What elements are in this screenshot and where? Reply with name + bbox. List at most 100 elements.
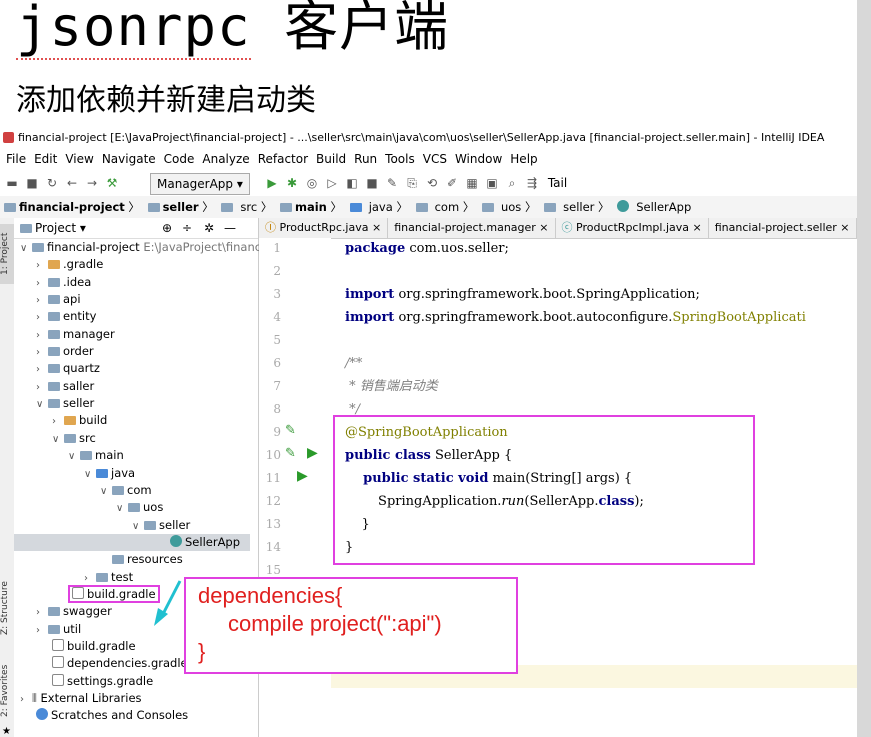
menu-edit[interactable]: Edit bbox=[34, 152, 57, 166]
save-icon[interactable]: ■ bbox=[24, 170, 40, 196]
run-gutter-icon[interactable]: ▶ bbox=[297, 468, 308, 484]
vcs-icon[interactable]: ✎ bbox=[384, 170, 400, 196]
line-number: 12 bbox=[265, 494, 281, 508]
menu-window[interactable]: Window bbox=[455, 152, 502, 166]
tree-item[interactable]: › api bbox=[36, 291, 81, 308]
crumb-seller[interactable]: seller bbox=[147, 200, 199, 214]
menu-run[interactable]: Run bbox=[354, 152, 377, 166]
crumb-main[interactable]: main bbox=[280, 200, 327, 214]
line-number: 3 bbox=[273, 287, 281, 301]
tree-item[interactable]: › saller bbox=[36, 378, 94, 395]
menu-code[interactable]: Code bbox=[164, 152, 195, 166]
profile-icon[interactable]: ▷ bbox=[324, 170, 340, 196]
tree-item[interactable]: › entity bbox=[36, 308, 96, 325]
tree-item[interactable]: › swagger bbox=[36, 603, 112, 620]
stop-icon[interactable]: ■ bbox=[364, 170, 380, 196]
run-gutter-icon[interactable]: ▶ bbox=[307, 445, 318, 461]
back-icon[interactable]: ← bbox=[64, 170, 80, 196]
tree-item[interactable]: ∨ uos bbox=[116, 499, 163, 516]
left-tool-strip: 1: Project Z: Structure 2: Favorites ★ bbox=[0, 218, 15, 737]
crumb-financial-project[interactable]: financial-project bbox=[4, 200, 125, 214]
sync-icon[interactable]: ↻ bbox=[44, 170, 60, 196]
crumb-seller-pkg[interactable]: seller bbox=[544, 200, 594, 214]
menu-tools[interactable]: Tools bbox=[385, 152, 415, 166]
tree-item-selected[interactable]: SellerApp bbox=[14, 534, 250, 551]
tree-item[interactable]: dependencies.gradle bbox=[52, 655, 188, 672]
project-tool-tab[interactable]: 1: Project bbox=[0, 224, 14, 284]
tree-item[interactable]: ∨ com bbox=[100, 482, 152, 499]
forward-icon[interactable]: → bbox=[84, 170, 100, 196]
crumb-src[interactable]: src bbox=[221, 200, 257, 214]
tree-item[interactable]: ∨ java bbox=[84, 465, 135, 482]
search-icon[interactable]: ⌕ bbox=[504, 170, 520, 196]
tree-item[interactable]: Scratches and Consoles bbox=[36, 707, 188, 724]
tab-financial-project-manager[interactable]: financial-project.manager × bbox=[388, 218, 556, 238]
tree-item[interactable]: build.gradle bbox=[52, 638, 136, 655]
project-panel-header: Project ▾ ⊕ ÷ ✲ — bbox=[14, 218, 258, 239]
build-hammer-icon[interactable]: ⚒ bbox=[104, 170, 120, 196]
star-icon[interactable]: ★ bbox=[2, 726, 11, 737]
tree-item[interactable]: › order bbox=[36, 343, 94, 360]
tab-productrpc[interactable]: Ⓘ ProductRpc.java × bbox=[259, 218, 389, 238]
line-number: 8 bbox=[273, 402, 281, 416]
menu-file[interactable]: File bbox=[6, 152, 26, 166]
tail-icon[interactable]: ⇶ bbox=[524, 170, 540, 196]
tree-item-build-gradle[interactable]: build.gradle bbox=[68, 585, 160, 603]
coverage-icon[interactable]: ◎ bbox=[304, 170, 320, 196]
menu-navigate[interactable]: Navigate bbox=[102, 152, 156, 166]
run-icon[interactable]: ▶ bbox=[264, 170, 280, 196]
terminal-icon[interactable]: ▣ bbox=[484, 170, 500, 196]
tree-item[interactable]: › manager bbox=[36, 326, 115, 343]
rollback-icon[interactable]: ⟲ bbox=[424, 170, 440, 196]
crumb-java[interactable]: java bbox=[349, 200, 393, 214]
spring-bean-icon[interactable]: ✎ bbox=[285, 446, 296, 461]
tree-item[interactable]: ∨ main bbox=[68, 447, 124, 464]
menu-refactor[interactable]: Refactor bbox=[258, 152, 308, 166]
attach-icon[interactable]: ◧ bbox=[344, 170, 360, 196]
tree-item[interactable]: settings.gradle bbox=[52, 673, 153, 690]
history-icon[interactable]: ⎘ bbox=[404, 170, 420, 196]
structure-tool-tab[interactable]: Z: Structure bbox=[0, 573, 14, 643]
ide-window: financial-project [E:\JavaProject\financ… bbox=[0, 128, 857, 737]
tree-item[interactable]: › .idea bbox=[36, 274, 91, 291]
gear-icon[interactable]: ✲ bbox=[204, 218, 214, 238]
settings-wrench-icon[interactable]: ✐ bbox=[444, 170, 460, 196]
menu-view[interactable]: View bbox=[65, 152, 93, 166]
project-structure-icon[interactable]: ▦ bbox=[464, 170, 480, 196]
tree-item[interactable]: › quartz bbox=[36, 360, 100, 377]
menu-vcs[interactable]: VCS bbox=[423, 152, 447, 166]
locate-icon[interactable]: ⊕ bbox=[162, 218, 172, 238]
debug-icon[interactable]: ✱ bbox=[284, 170, 300, 196]
tab-productrpcimpl[interactable]: ⓒ ProductRpcImpl.java × bbox=[556, 218, 709, 238]
tree-item[interactable]: › build bbox=[52, 412, 107, 429]
tree-item[interactable]: › ⫴ External Libraries bbox=[20, 690, 142, 707]
tail-button[interactable]: Tail bbox=[548, 176, 567, 190]
run-configuration-select[interactable]: ManagerApp ▾ bbox=[150, 173, 250, 195]
tab-financial-project-seller[interactable]: financial-project.seller × bbox=[709, 218, 857, 238]
callout-line: } bbox=[198, 639, 206, 664]
spring-bean-icon[interactable]: ✎ bbox=[285, 423, 296, 438]
tree-item[interactable]: ∨ financial-project E:\JavaProject\financ… bbox=[20, 239, 271, 256]
project-view-select[interactable]: Project bbox=[35, 221, 76, 235]
open-folder-icon[interactable]: ▬ bbox=[4, 170, 20, 196]
window-title-bar: financial-project [E:\JavaProject\financ… bbox=[0, 128, 857, 148]
tree-item[interactable]: ∨ seller bbox=[36, 395, 94, 412]
crumb-uos[interactable]: uos bbox=[481, 200, 521, 214]
tree-item[interactable]: ∨ seller bbox=[132, 517, 190, 534]
crumb-com[interactable]: com bbox=[415, 200, 459, 214]
tree-item[interactable]: resources bbox=[100, 551, 183, 568]
menu-analyze[interactable]: Analyze bbox=[202, 152, 249, 166]
crumb-sellerapp[interactable]: SellerApp bbox=[617, 200, 691, 214]
hide-panel-icon[interactable]: — bbox=[224, 218, 236, 238]
tree-item[interactable]: › util bbox=[36, 621, 81, 638]
tree-item[interactable]: ∨ src bbox=[52, 430, 96, 447]
page-scrollbar[interactable] bbox=[857, 0, 871, 737]
callout-line: dependencies{ bbox=[198, 583, 343, 608]
menu-help[interactable]: Help bbox=[510, 152, 537, 166]
tree-item[interactable]: › .gradle bbox=[36, 256, 103, 273]
line-number: 2 bbox=[273, 264, 281, 278]
menu-build[interactable]: Build bbox=[316, 152, 346, 166]
collapse-all-icon[interactable]: ÷ bbox=[182, 218, 192, 238]
tree-item[interactable]: › test bbox=[84, 569, 133, 586]
favorites-tool-tab[interactable]: 2: Favorites bbox=[0, 658, 14, 724]
